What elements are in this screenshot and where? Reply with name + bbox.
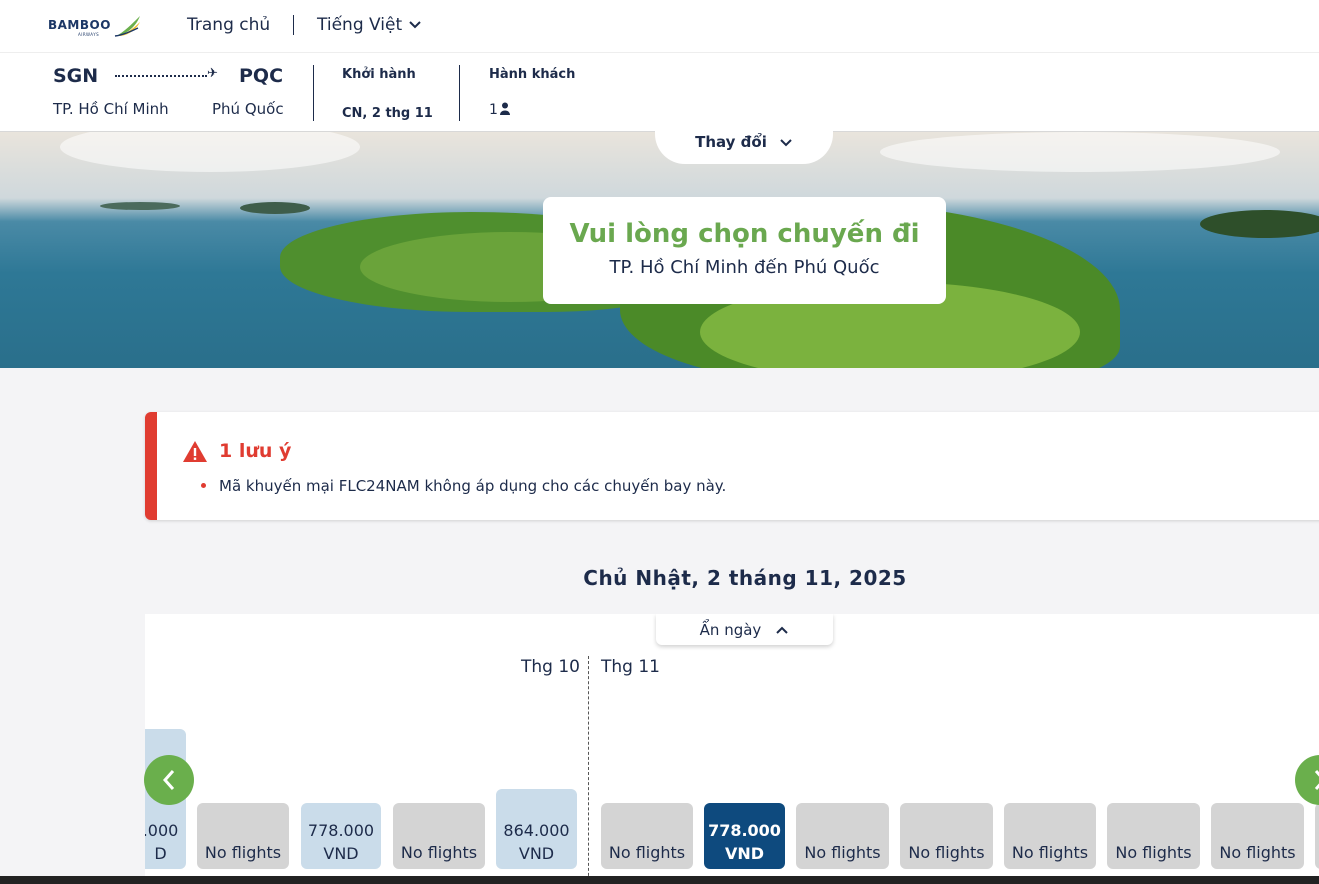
month-divider: [588, 656, 589, 884]
date-cell[interactable]: No flights: [796, 803, 889, 869]
no-flights-text: No flights: [908, 843, 985, 862]
no-flights-text: No flights: [1219, 843, 1296, 862]
date-cell[interactable]: No flights: [393, 803, 485, 869]
month-label-nov: Thg 11: [601, 657, 660, 677]
date-cell[interactable]: No flights: [601, 803, 693, 869]
chevron-right-icon: [1314, 770, 1319, 790]
bamboo-logo[interactable]: BAMBOO AIRWAYS: [48, 14, 144, 38]
date-calendar: Ẩn ngày Thg 10 Thg 11 .000 D No flights …: [145, 614, 1319, 884]
date-cell[interactable]: No flights: [1211, 803, 1304, 869]
date-cell-price: .000: [145, 821, 179, 840]
no-flights-text: No flights: [400, 843, 478, 862]
date-cell-currency: D: [154, 844, 167, 863]
depart-date: CN, 2 thg 11: [342, 106, 433, 121]
hide-dates-label: Ẩn ngày: [699, 620, 762, 639]
date-cell[interactable]: 778.000 VND: [301, 803, 381, 869]
depart-label: Khởi hành: [342, 67, 416, 82]
language-selector[interactable]: Tiếng Việt: [317, 15, 422, 35]
destination-code: PQC: [239, 65, 284, 87]
date-cell[interactable]: 864.000 VND: [496, 789, 577, 869]
date-cell[interactable]: No flights: [900, 803, 993, 869]
passenger-count: 1: [489, 102, 498, 118]
notice-title: 1 lưu ý: [219, 440, 292, 462]
date-cell-currency: VND: [724, 844, 765, 863]
plane-icon: ✈: [207, 66, 218, 81]
origin-code: SGN: [53, 65, 99, 87]
chevron-up-icon: [776, 626, 789, 634]
notice-alert: 1 lưu ý Mã khuyến mại FLC24NAM không áp …: [145, 412, 1319, 520]
date-cell-currency: VND: [323, 844, 359, 863]
selected-date-heading: Chủ Nhật, 2 tháng 11, 2025: [583, 566, 907, 590]
person-icon: [500, 102, 510, 115]
chevron-down-icon: [780, 139, 792, 147]
chevron-left-icon: [162, 770, 175, 790]
notice-item: Mã khuyến mại FLC24NAM không áp dụng cho…: [219, 477, 727, 495]
date-cell[interactable]: No flights: [1107, 803, 1200, 869]
change-search-button[interactable]: Thay đổi: [655, 120, 833, 164]
logo-text: BAMBOO: [48, 18, 111, 32]
passenger-label: Hành khách: [489, 67, 576, 82]
chevron-down-icon: [409, 21, 421, 29]
date-cell[interactable]: No flights: [197, 803, 289, 869]
trip-prompt-card: Vui lòng chọn chuyến đi TP. Hồ Chí Minh …: [543, 197, 946, 304]
taskbar-strip: [0, 876, 1319, 884]
no-flights-text: No flights: [204, 843, 282, 862]
no-flights-text: No flights: [804, 843, 881, 862]
no-flights-text: No flights: [1011, 843, 1089, 862]
previous-dates-button[interactable]: [144, 755, 194, 805]
date-cell-currency: VND: [518, 844, 555, 863]
route-line: [115, 75, 207, 77]
trip-prompt-subtitle: TP. Hồ Chí Minh đến Phú Quốc: [609, 257, 880, 278]
bullet-icon: [201, 483, 206, 488]
hide-dates-button[interactable]: Ẩn ngày: [656, 614, 833, 645]
change-label: Thay đổi: [695, 133, 767, 151]
summary-divider: [459, 65, 460, 121]
logo-subtext: AIRWAYS: [78, 32, 100, 37]
warning-icon: [183, 441, 207, 462]
month-label-oct: Thg 10: [521, 657, 580, 677]
nav-divider: [293, 15, 294, 35]
bamboo-leaf-icon: [114, 16, 140, 37]
origin-city: TP. Hồ Chí Minh: [53, 100, 169, 118]
date-cell-selected[interactable]: 778.000 VND: [704, 803, 785, 869]
language-label: Tiếng Việt: [317, 15, 403, 35]
nav-home-link[interactable]: Trang chủ: [187, 15, 270, 35]
trip-prompt-title: Vui lòng chọn chuyến đi: [569, 219, 920, 249]
date-cell-price: 778.000: [307, 821, 375, 840]
date-cell-price: 778.000: [708, 821, 781, 840]
summary-divider: [313, 65, 314, 121]
date-cell-price: 864.000: [503, 821, 570, 840]
top-nav: BAMBOO AIRWAYS Trang chủ Tiếng Việt: [0, 0, 1319, 52]
destination-city: Phú Quốc: [212, 100, 284, 118]
date-cell[interactable]: No flights: [1004, 803, 1096, 869]
no-flights-text: No flights: [608, 843, 686, 862]
no-flights-text: No flights: [1115, 843, 1192, 862]
date-cell[interactable]: [1315, 803, 1319, 869]
